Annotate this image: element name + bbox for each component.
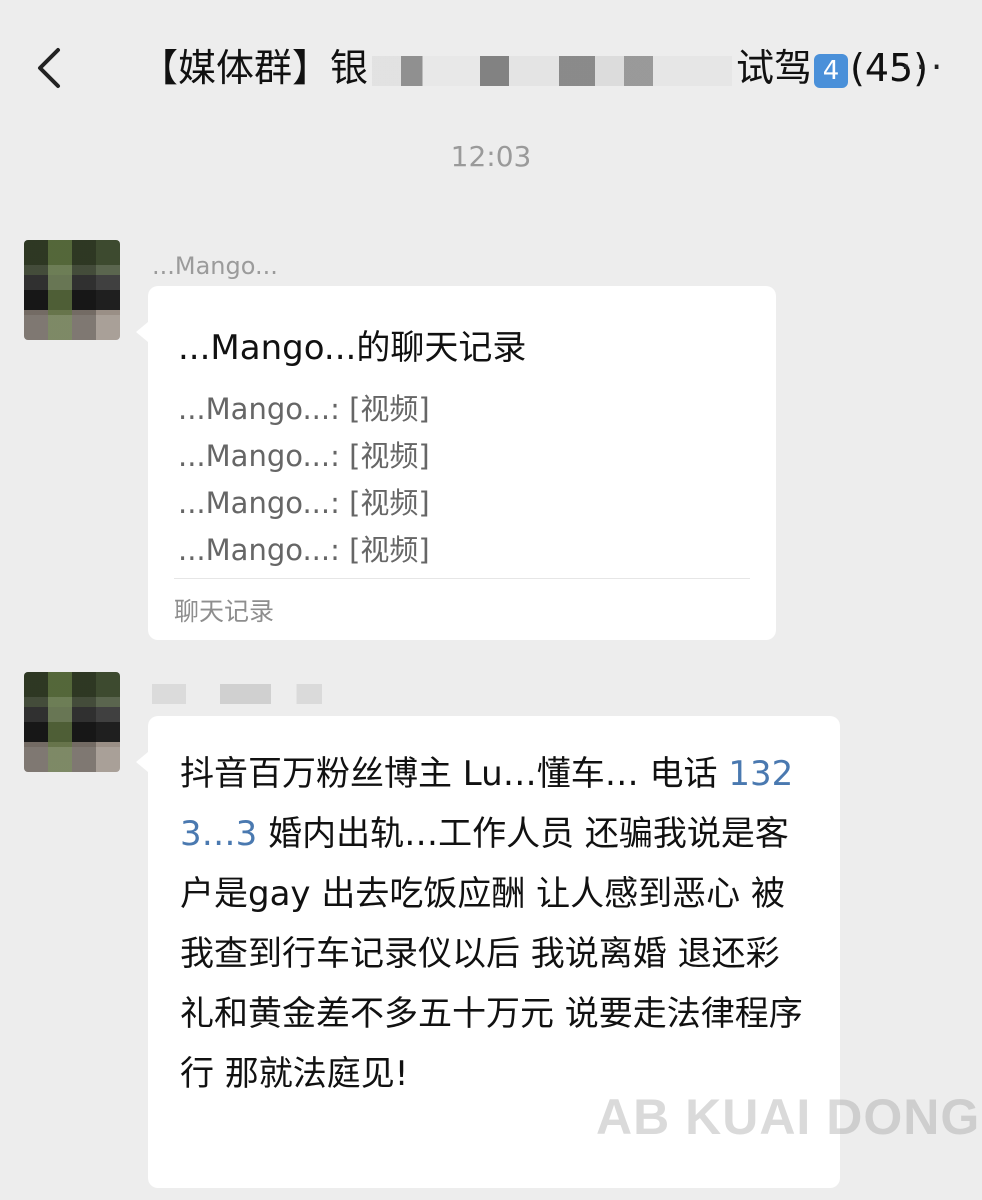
chat-record-line: ...Mango...: [视频] xyxy=(178,439,430,473)
message-text: 抖音百万粉丝博主 Lu…懂车… 电话 1323…3 婚内出轨…工作人员 还骗我说… xyxy=(180,744,808,1104)
chat-title-suffix: 试驾 xyxy=(736,46,813,90)
sender-name: ...Mango... xyxy=(152,252,278,280)
message-timestamp: 12:03 xyxy=(450,140,532,173)
avatar[interactable] xyxy=(24,240,120,340)
chat-record-line: ...Mango...: [视频] xyxy=(178,533,430,567)
chat-record-line: ...Mango...: [视频] xyxy=(178,392,430,426)
number-badge: 4 xyxy=(814,53,849,88)
message-text-part: 抖音百万粉丝博主 Lu…懂车… 电话 xyxy=(180,754,729,794)
chat-title: 【媒体群】银 试驾 4 (45) xyxy=(140,36,928,100)
redacted-title-pixelation xyxy=(372,55,733,86)
chat-title-prefix: 【媒体群】银 xyxy=(140,46,369,90)
back-arrow-icon[interactable] xyxy=(30,44,70,92)
avatar[interactable] xyxy=(24,672,120,772)
message-text-part: 婚内出轨…工作人员 还骗我说是客户是gay 出去吃饭应酬 让人感到恶心 被我查到… xyxy=(180,814,803,1094)
chat-record-footer-label: 聊天记录 xyxy=(174,597,275,626)
chat-record-line: ...Mango...: [视频] xyxy=(178,486,430,520)
chat-record-lines: ...Mango...: [视频] ...Mango...: [视频] ...M… xyxy=(178,386,430,574)
sender-name-redacted xyxy=(152,684,322,704)
watermark: AB KUAI DONG xyxy=(596,1089,981,1145)
chat-record-card[interactable]: ...Mango...的聊天记录 ...Mango...: [视频] ...Ma… xyxy=(136,286,776,640)
chat-header: 【媒体群】银 试驾 4 (45) ··· xyxy=(0,0,982,140)
chat-record-title: ...Mango...的聊天记录 xyxy=(178,328,527,368)
more-options-icon[interactable]: ··· xyxy=(900,50,950,86)
divider xyxy=(174,578,750,579)
